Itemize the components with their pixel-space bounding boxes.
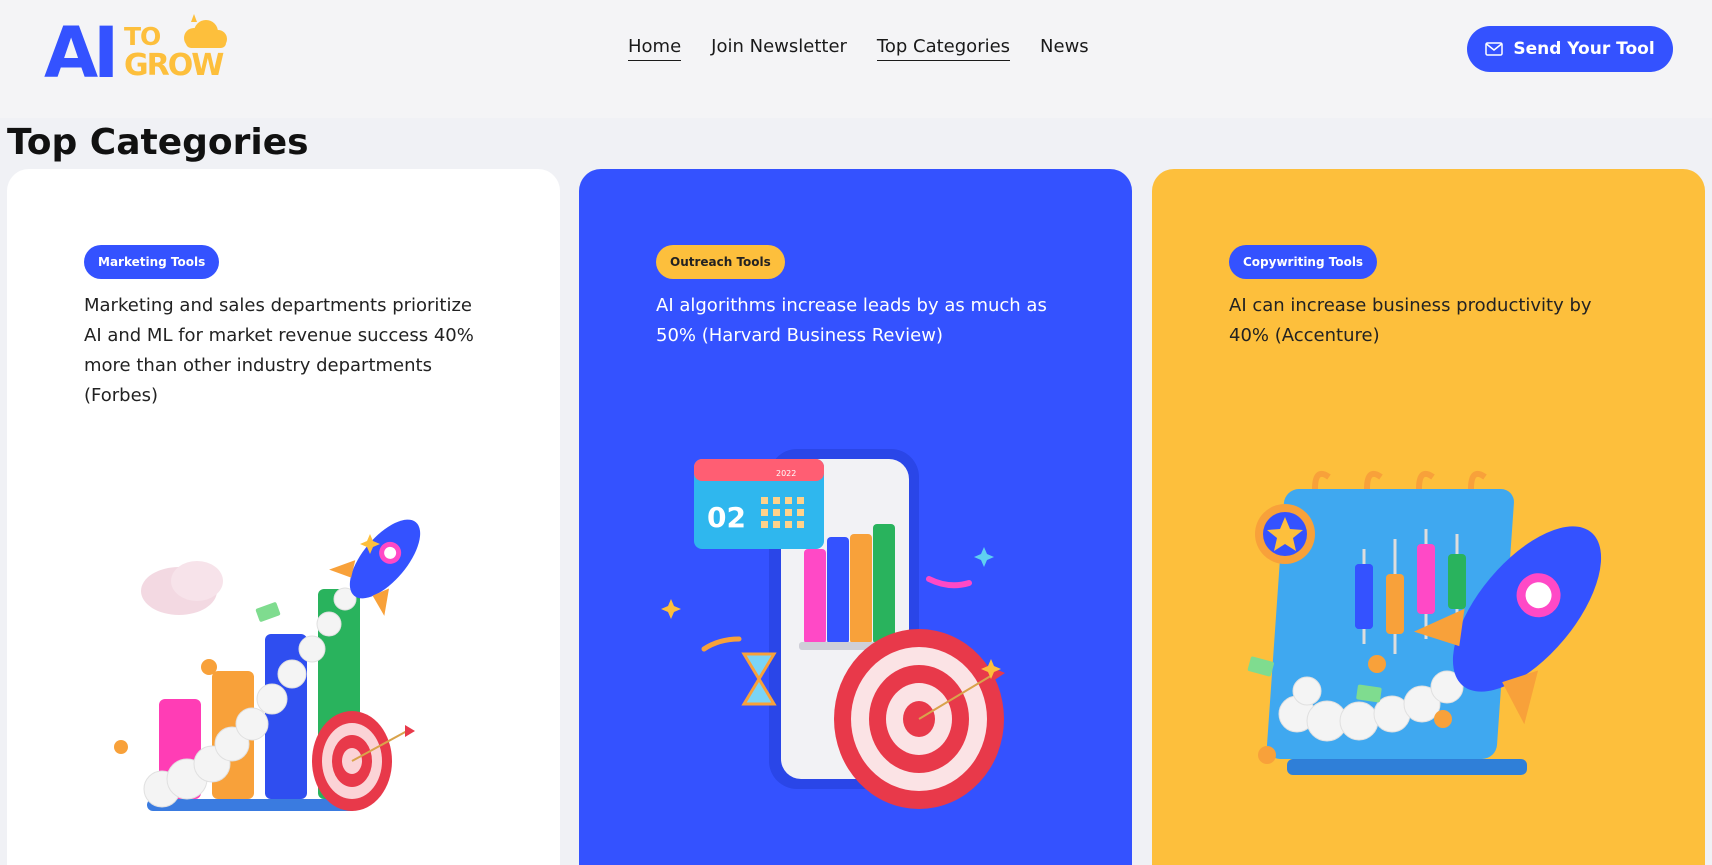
calendar-year: 2022 [776,469,796,478]
nav-home[interactable]: Home [628,36,682,61]
logo-rocket-cloud-icon [184,14,227,48]
category-badge-outreach[interactable]: Outreach Tools [656,245,785,279]
category-card-text: AI algorithms increase leads by as much … [656,295,1047,346]
logo-to-text: TO [124,22,161,51]
logo-grow-text: GROW [124,48,224,83]
calendar-day: 02 [707,501,746,534]
envelope-icon [1485,42,1504,56]
phone-target-illustration: 2022 02 [661,449,1005,809]
category-badge-copywriting[interactable]: Copywriting Tools [1229,245,1378,279]
nav-join-newsletter[interactable]: Join Newsletter [711,36,847,61]
nav-news[interactable]: News [1040,36,1089,61]
category-card-text: AI can increase business productivity by… [1229,295,1592,346]
site-logo[interactable]: AI TO GROW [44,12,234,88]
send-your-tool-label: Send Your Tool [1513,39,1655,59]
site-header: AI TO GROW Home Join Newsletter Top Cate… [0,0,1712,118]
rocket-growth-illustration [114,519,421,811]
page-title: Top Categories [7,122,309,163]
nav-top-categories[interactable]: Top Categories [876,36,1011,61]
main-nav: Home Join Newsletter Top Categories News [628,36,1089,61]
send-your-tool-button[interactable]: Send Your Tool [1467,26,1673,72]
category-card-marketing[interactable]: Marketing Tools Marketing and sales depa… [7,169,560,865]
calendar-rocket-illustration [1247,471,1602,775]
logo-ai-text: AI [44,12,119,94]
category-card-outreach[interactable]: Outreach Tools AI algorithms increase le… [579,169,1132,865]
category-badge-marketing[interactable]: Marketing Tools [84,245,220,279]
category-card-text: Marketing and sales departments prioriti… [84,295,474,406]
category-card-copywriting[interactable]: Copywriting Tools AI can increase busine… [1152,169,1705,865]
